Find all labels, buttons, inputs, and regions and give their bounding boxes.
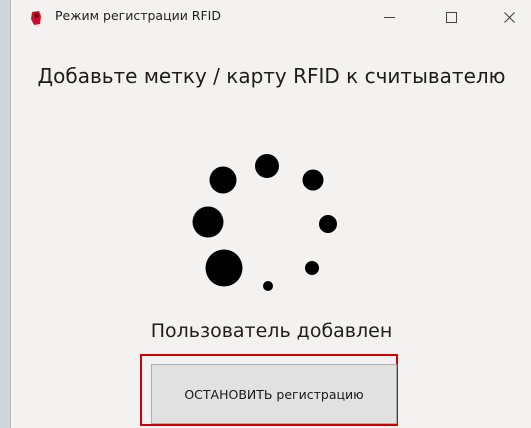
- spinner-dot: [209, 166, 237, 194]
- maximize-button[interactable]: [428, 0, 474, 34]
- spinner-dot: [255, 154, 279, 178]
- stop-registration-button[interactable]: ОСТАНОВИТЬ регистрацию: [151, 364, 397, 424]
- app-icon: [31, 11, 41, 25]
- spinner-dot: [319, 215, 337, 233]
- spinner-dot: [302, 169, 324, 191]
- spinner-dot: [305, 261, 319, 275]
- rfid-registration-window: Режим регистрации RFID Добавьте метку / …: [10, 0, 531, 428]
- status-message: Пользователь добавлен: [150, 320, 393, 342]
- spinner-dot: [192, 206, 224, 238]
- spinner-dot: [263, 281, 273, 291]
- maximize-icon: [445, 11, 457, 23]
- minimize-icon: [383, 16, 395, 18]
- window-title: Режим регистрации RFID: [55, 8, 221, 23]
- close-button[interactable]: [486, 0, 531, 34]
- spinner-dot: [205, 249, 243, 287]
- close-icon: [503, 11, 515, 23]
- instruction-heading: Добавьте метку / карту RFID к считывател…: [37, 64, 506, 88]
- minimize-button[interactable]: [366, 0, 412, 34]
- title-bar[interactable]: Режим регистрации RFID: [11, 0, 531, 34]
